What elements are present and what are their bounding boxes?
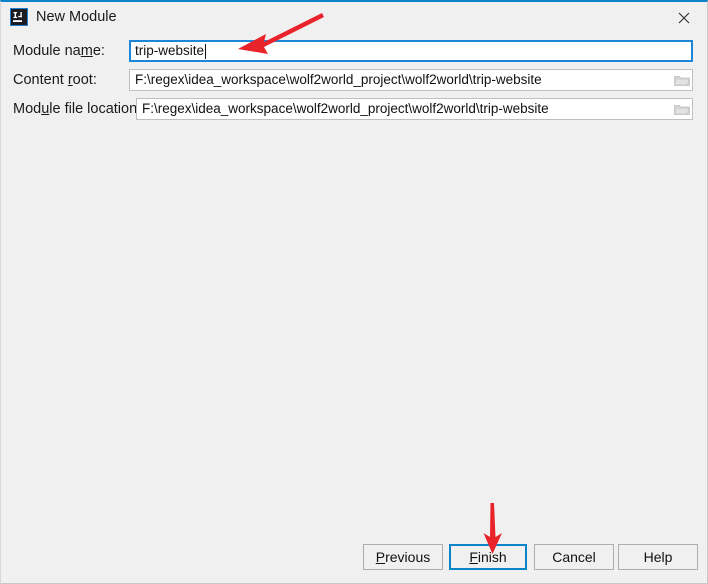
module-name-input-value: trip-website xyxy=(135,43,205,58)
help-button[interactable]: Help xyxy=(618,544,698,570)
help-button-mnemonic: H xyxy=(643,549,654,565)
module-file-location-field-wrap: F:\regex\idea_workspace\wolf2world_proje… xyxy=(136,98,693,120)
module-name-input[interactable]: trip-website xyxy=(129,40,693,62)
cancel-button[interactable]: Cancel xyxy=(534,544,614,570)
content-root-label: Content root: xyxy=(13,70,97,90)
content-root-label-before: Content xyxy=(13,72,68,88)
intellij-idea-icon xyxy=(10,8,28,26)
finish-button[interactable]: Finish xyxy=(449,544,527,570)
module-name-label-before: Module na xyxy=(13,43,81,59)
cancel-button-label: ancel xyxy=(562,549,596,565)
finish-button-mnemonic: F xyxy=(469,549,478,565)
previous-button-mnemonic: P xyxy=(375,549,386,565)
module-file-location-input[interactable]: F:\regex\idea_workspace\wolf2world_proje… xyxy=(136,98,693,120)
title-bar: New Module xyxy=(1,2,707,32)
previous-button-label: revious xyxy=(385,549,431,565)
text-caret xyxy=(205,43,207,59)
window-title: New Module xyxy=(36,9,117,25)
module-file-location-input-value: F:\regex\idea_workspace\wolf2world_proje… xyxy=(142,101,549,116)
module-name-label-after: e: xyxy=(92,43,105,59)
cancel-button-mnemonic: C xyxy=(552,549,563,565)
close-icon[interactable] xyxy=(661,3,707,32)
form-row-module-name: Module name: trip-website xyxy=(1,40,707,62)
folder-icon[interactable] xyxy=(671,99,692,119)
content-root-input[interactable]: F:\regex\idea_workspace\wolf2world_proje… xyxy=(129,69,693,91)
form-row-module-file-location: Module file location: F:\regex\idea_work… xyxy=(1,98,707,120)
content-root-label-after: oot: xyxy=(72,72,97,88)
new-module-dialog: New Module Module name: trip-website Con… xyxy=(0,0,708,584)
folder-icon[interactable] xyxy=(671,70,692,90)
previous-button[interactable]: Previous xyxy=(363,544,443,570)
module-name-label: Module name: xyxy=(13,41,105,61)
module-name-label-mnemonic: m xyxy=(80,43,93,59)
module-name-field-wrap: trip-website xyxy=(129,40,693,62)
help-button-label: elp xyxy=(653,549,673,565)
content-root-field-wrap: F:\regex\idea_workspace\wolf2world_proje… xyxy=(129,69,693,91)
dialog-button-bar: Previous Finish Cancel Help xyxy=(1,544,707,570)
module-file-location-label-after: le file location: xyxy=(49,101,142,117)
content-root-input-value: F:\regex\idea_workspace\wolf2world_proje… xyxy=(135,72,542,87)
finish-button-label: inish xyxy=(477,549,507,565)
module-file-location-label: Module file location: xyxy=(13,99,141,119)
form-row-content-root: Content root: F:\regex\idea_workspace\wo… xyxy=(1,69,707,91)
module-file-location-label-before: Mod xyxy=(13,101,42,117)
